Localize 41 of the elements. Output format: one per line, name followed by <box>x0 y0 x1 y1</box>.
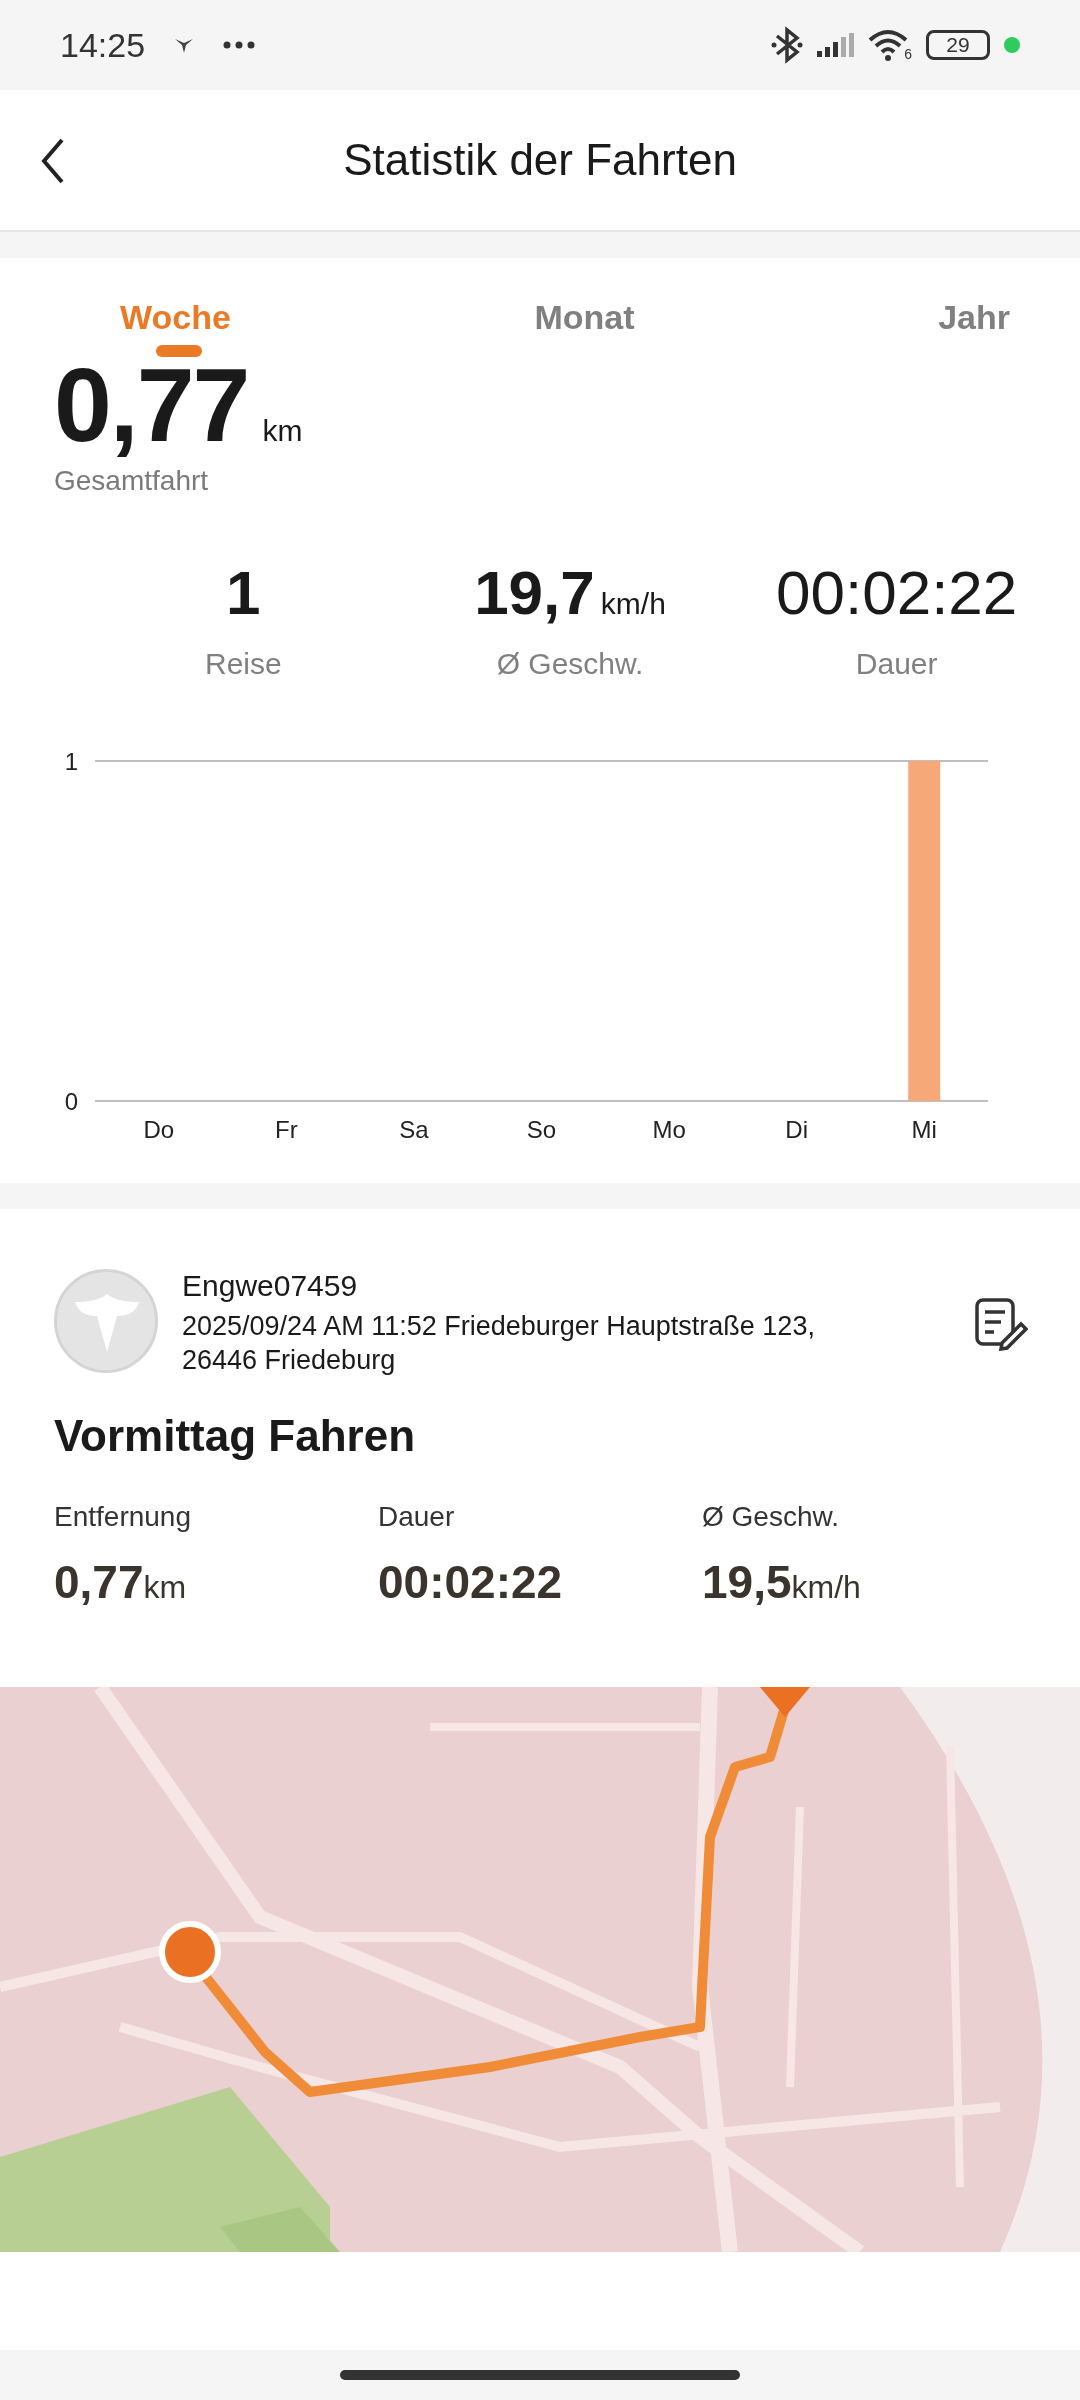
bluetooth-icon <box>771 26 804 64</box>
stat-label: Entfernung <box>54 1501 192 1533</box>
stat-label: Ø Geschw. <box>496 647 644 681</box>
edit-button[interactable] <box>974 1297 1026 1349</box>
screen-title: Statistik der Fahrten <box>343 135 737 185</box>
more-icon <box>223 40 256 50</box>
axis-label: 0 <box>64 1088 78 1115</box>
total-label: Gesamtfahrt <box>54 465 210 497</box>
stat-value: 00:02:22 <box>776 557 1018 628</box>
axis-label: Di <box>785 1116 808 1143</box>
stat-value: 0,77 <box>54 1555 144 1609</box>
stat-unit: km/h <box>791 1569 861 1606</box>
axis-label: Mo <box>652 1116 686 1143</box>
clock: 14:25 <box>60 25 146 65</box>
stat-value: 19,7 <box>474 557 595 628</box>
stat-unit: km/h <box>600 587 666 621</box>
stat-value: 00:02:22 <box>378 1555 563 1609</box>
stat-label: Reise <box>204 647 282 681</box>
axis-label: Do <box>143 1116 175 1143</box>
period-tab[interactable]: Monat <box>534 298 635 357</box>
stat-unit: km <box>143 1569 187 1606</box>
axis-label: Sa <box>399 1116 429 1143</box>
period-tab[interactable]: Jahr <box>938 298 1010 357</box>
signal-icon <box>817 33 855 57</box>
axis-label: 1 <box>64 748 78 775</box>
stat-label: Dauer <box>855 647 938 681</box>
stat-value: 19,5 <box>702 1555 792 1609</box>
axis-label: Mi <box>911 1116 937 1143</box>
indicator-dot <box>1004 37 1020 53</box>
battery-indicator: 29 <box>926 30 990 60</box>
distance-unit: km <box>262 414 303 448</box>
trip-details: 2025/09/24 AM 11:52 Friedeburger Hauptstraße 123, 26446 Friedeburg <box>182 1310 816 1377</box>
device-name: Engwe07459 <box>182 1269 359 1303</box>
stat-label: Dauer <box>378 1501 456 1533</box>
trip-title: Vormittag Fahren <box>54 1411 416 1461</box>
axis-label: So <box>526 1116 557 1143</box>
stat-value: 1 <box>226 557 261 628</box>
period-tab[interactable]: Woche <box>120 298 231 357</box>
wifi-label: 6 <box>904 46 912 62</box>
stat-label: Ø Geschw. <box>702 1501 840 1533</box>
axis-label: Fr <box>275 1116 298 1143</box>
